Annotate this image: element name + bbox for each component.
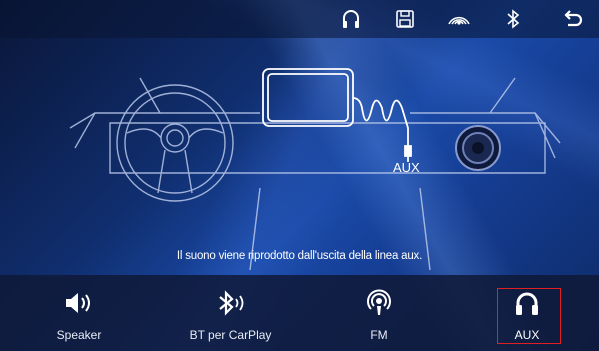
tab-bt-carplay-label: BT per CarPlay [189, 328, 272, 342]
tab-speaker-label: Speaker [56, 328, 102, 342]
car-aux-illustration [69, 68, 561, 270]
speaker-icon [62, 289, 96, 317]
status-message: Il suono viene riprodotto dall'uscita de… [176, 250, 423, 262]
selected-source-highlight [497, 288, 561, 344]
save-icon[interactable] [393, 7, 417, 31]
aux-jack-label: AUX [393, 160, 420, 175]
radio-signal-icon[interactable] [447, 7, 471, 31]
tab-bt-carplay[interactable]: BT per CarPlay [158, 275, 303, 351]
head-unit-graphic [262, 68, 412, 162]
bluetooth-icon[interactable] [501, 7, 525, 31]
top-bar [0, 0, 599, 38]
back-icon[interactable] [561, 7, 585, 31]
tab-fm-label: FM [370, 328, 388, 342]
screen: AUX Il suono viene riprodotto dall'uscit… [0, 0, 599, 351]
headphones-icon[interactable] [339, 7, 363, 31]
bluetooth-audio-icon [214, 289, 248, 317]
tab-fm[interactable]: FM [303, 275, 455, 351]
speaker-graphic [455, 125, 501, 171]
podcast-icon [362, 289, 396, 317]
tab-speaker[interactable]: Speaker [0, 275, 158, 351]
